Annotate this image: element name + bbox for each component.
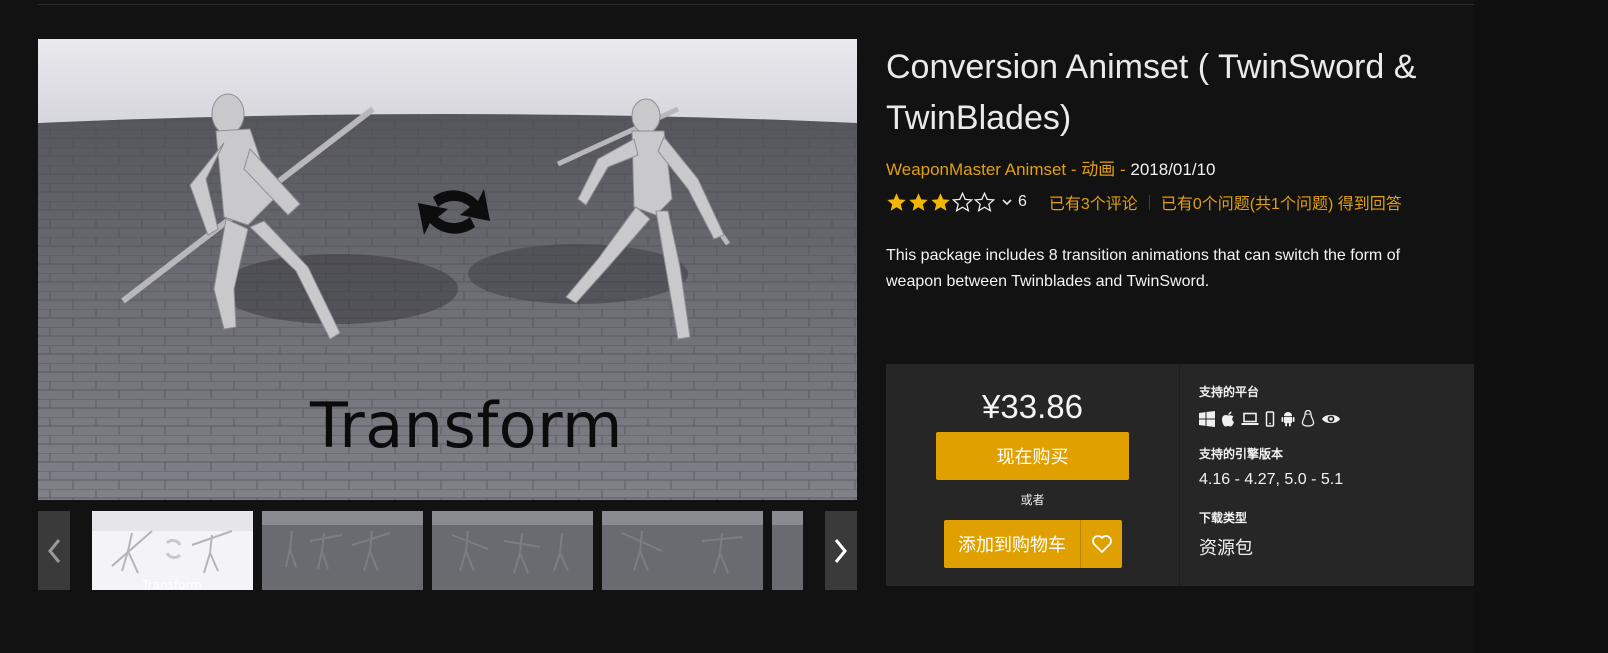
purchase-panel: ¥33.86 现在购买 或者 添加到购物车 支持的平台 支持的引擎版本 4.16… [886, 364, 1474, 586]
rating-row: 6 已有3个评论 已有0个问题(共1个问题) 得到回答 [886, 190, 1402, 214]
hero-caption: Transform [310, 389, 623, 462]
thumbnail-2[interactable] [262, 511, 423, 590]
star-filled-icon [931, 193, 950, 211]
meta-separator: - [1066, 160, 1082, 179]
reviews-link[interactable]: 已有3个评论 [1049, 190, 1138, 214]
star-empty-icon [974, 192, 995, 212]
laptop-icon [1241, 412, 1259, 426]
or-label: 或者 [1020, 493, 1045, 507]
product-title: Conversion Animset ( TwinSword & TwinBla… [886, 48, 1417, 137]
platform-icons [1199, 410, 1347, 427]
price: ¥33.86 [982, 388, 1083, 425]
thumbnail-3[interactable] [432, 511, 593, 590]
apple-icon [1221, 411, 1235, 427]
thumbnail-1[interactable]: Transform [92, 511, 253, 590]
chevron-down-icon[interactable] [1002, 198, 1012, 206]
thumbnail-viewport: Transform [92, 511, 803, 590]
release-date: 2018/01/10 [1130, 160, 1216, 179]
chevron-left-icon [48, 538, 61, 563]
chevron-right-icon [834, 538, 847, 563]
star-empty-icon [952, 192, 973, 212]
star-filled-icon [909, 193, 928, 211]
rating-count: 6 [1018, 193, 1027, 210]
eye-icon [1321, 412, 1341, 426]
top-divider [38, 4, 1474, 5]
android-icon [1281, 411, 1295, 427]
thumbnail-image [602, 511, 763, 590]
product-description: This package includes 8 transition anima… [886, 247, 1401, 290]
product-meta: WeaponMaster Animset - 动画 - 2018/01/10 [886, 155, 1215, 180]
heart-icon [1091, 535, 1112, 553]
thumbnail-strip: Transform [38, 511, 857, 590]
platforms-label: 支持的平台 [1199, 385, 1260, 399]
linux-icon [1301, 410, 1315, 427]
engine-version-label: 支持的引擎版本 [1199, 447, 1284, 461]
thumbnail-image [432, 511, 593, 590]
add-to-cart-button[interactable]: 添加到购物车 [944, 520, 1080, 568]
gallery-next-button[interactable] [825, 511, 857, 590]
windows-icon [1199, 410, 1215, 427]
hero-image[interactable]: Transform [38, 39, 857, 500]
thumbnail-image [772, 511, 803, 590]
star-rating[interactable] [886, 192, 996, 212]
engine-versions: 4.16 - 4.27, 5.0 - 5.1 [1199, 471, 1344, 488]
mobile-icon [1265, 410, 1275, 427]
thumbnail-5[interactable] [772, 511, 803, 590]
meta-separator: - [1115, 160, 1131, 179]
panel-divider [1179, 364, 1180, 586]
publisher-link[interactable]: WeaponMaster Animset [886, 160, 1066, 179]
thumbnail-4[interactable] [602, 511, 763, 590]
category-link[interactable]: 动画 [1081, 160, 1115, 179]
page-right-margin [1474, 0, 1608, 653]
wishlist-button[interactable] [1081, 520, 1122, 568]
questions-link[interactable]: 已有0个问题(共1个问题) 得到回答 [1161, 190, 1402, 214]
thumbnail-image: Transform [92, 511, 253, 590]
link-divider [1148, 194, 1150, 210]
thumbnail-image [262, 511, 423, 590]
buy-now-button[interactable]: 现在购买 [936, 432, 1129, 480]
star-filled-icon [887, 193, 906, 211]
thumbnail-caption: Transform [141, 578, 202, 590]
download-type: 资源包 [1199, 538, 1253, 558]
gallery-prev-button[interactable] [38, 511, 70, 590]
download-type-label: 下载类型 [1199, 511, 1248, 525]
